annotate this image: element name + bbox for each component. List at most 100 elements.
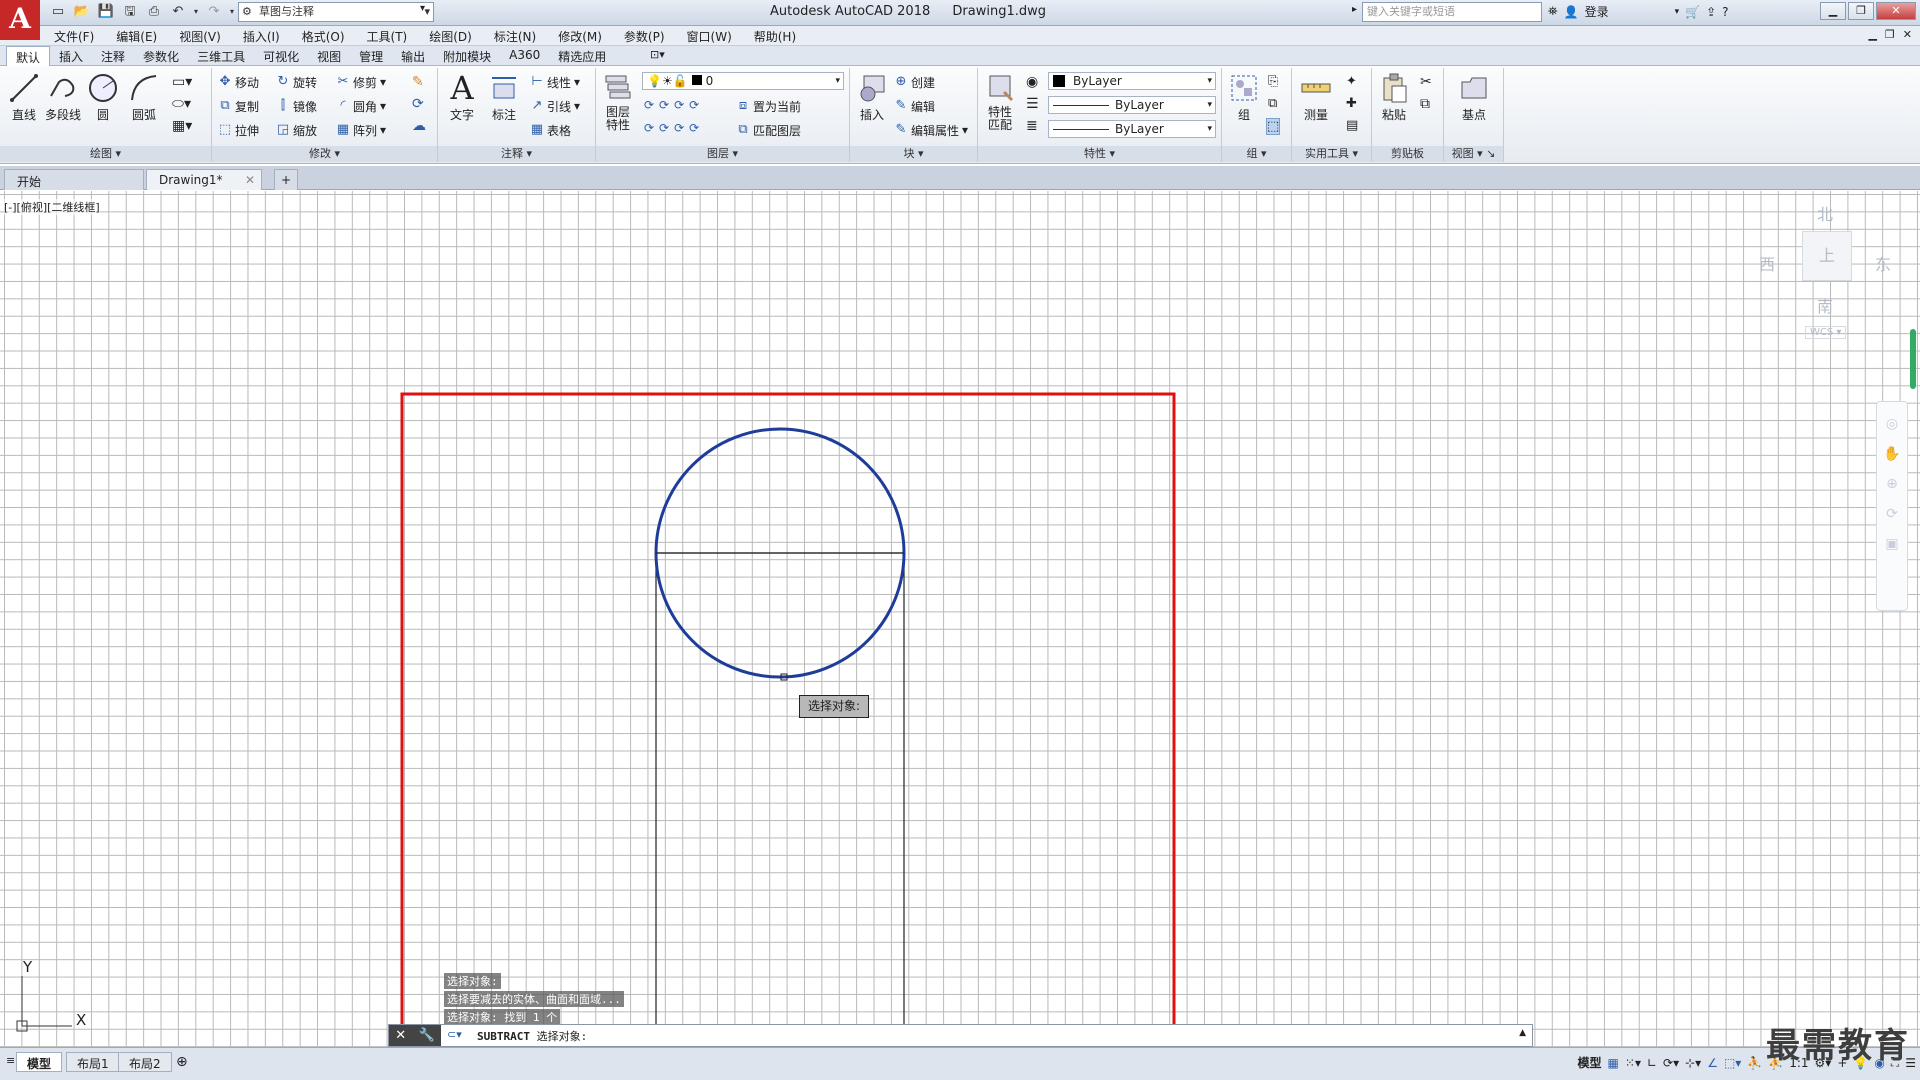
lineweight-icon[interactable]: ≣ (1026, 118, 1038, 134)
menu-item[interactable]: 窗口(W) (687, 28, 732, 45)
group-edit-icon[interactable]: ⧉ (1268, 96, 1277, 111)
viewcube[interactable]: 北 西 东 上 南 WCS ▾ (1755, 191, 1891, 371)
doc-minimize-icon[interactable]: ▁ (1868, 28, 1876, 41)
linetype-dropdown[interactable]: ByLayer ▾ (1048, 96, 1216, 114)
ortho-icon[interactable]: ∟ (1647, 1056, 1657, 1070)
osnap-icon[interactable]: ⊹▾ (1685, 1056, 1701, 1070)
workspace-more-icon[interactable]: ▾ (420, 3, 425, 14)
scale-button[interactable]: ◲ 缩放 (276, 120, 317, 140)
group-select-icon[interactable]: ⬚ (1266, 118, 1281, 135)
paste-button[interactable]: 粘贴 (1374, 72, 1414, 123)
menu-item[interactable]: 编辑(E) (116, 28, 157, 45)
showmotion-icon[interactable]: ▣ (1877, 536, 1907, 552)
wrench-icon[interactable]: 🔧 (419, 1028, 435, 1043)
color-wheel-icon[interactable]: ◉ (1026, 74, 1038, 90)
arc-button[interactable]: 圆弧 (124, 72, 164, 123)
tab-drawing1[interactable]: Drawing1* ✕ (146, 169, 262, 190)
menu-item[interactable]: 工具(T) (367, 28, 408, 45)
menu-item[interactable]: 帮助(H) (754, 28, 796, 45)
ungroup-icon[interactable]: ⎘ (1268, 74, 1278, 89)
minimize-icon[interactable]: ▁ (1820, 2, 1846, 20)
viewcube-west[interactable]: 西 (1759, 251, 1775, 275)
linetype-icon[interactable]: ☰ (1026, 96, 1039, 112)
steering-wheel-icon[interactable]: ◎ (1877, 416, 1907, 432)
command-history-toggle-icon[interactable]: ▲ (1519, 1028, 1526, 1038)
search-input[interactable]: 键入关键字或短语 (1362, 2, 1542, 22)
panel-layers-title[interactable]: 图层 ▾ (596, 146, 849, 162)
ucs-dynamic-icon[interactable]: ⬚▾ (1724, 1056, 1741, 1070)
ribbon-tab[interactable]: 三维工具 (188, 46, 254, 66)
login-button[interactable]: 登录 (1585, 3, 1609, 20)
tab-model[interactable]: 模型 (16, 1052, 63, 1072)
layout-menu-icon[interactable]: ≡ (6, 1054, 15, 1067)
doc-close-icon[interactable]: ✕ (1903, 28, 1912, 41)
offset-icon[interactable]: ⟳ (412, 96, 424, 112)
rectangle-icon[interactable]: ▭▾ (172, 74, 192, 90)
ribbon-tab[interactable]: 视图 (308, 46, 350, 66)
menu-item[interactable]: 视图(V) (179, 28, 221, 45)
create-block-button[interactable]: ⊕ 创建 (894, 72, 935, 92)
workspace-selector[interactable]: ⚙ 草图与注释 ▾ (238, 2, 434, 22)
move-button[interactable]: ✥ 移动 (218, 72, 259, 92)
tab-layout1[interactable]: 布局1 (66, 1052, 120, 1072)
user-icon[interactable]: 👤 (1564, 5, 1579, 19)
viewcube-east[interactable]: 东 (1875, 251, 1891, 275)
restore-icon[interactable]: ❐ (1848, 2, 1874, 20)
table-button[interactable]: ▦ 表格 (530, 120, 571, 140)
stretch-button[interactable]: ⬚ 拉伸 (218, 120, 259, 140)
print-icon[interactable]: ⎙ (144, 3, 164, 21)
ribbon-tab[interactable]: 默认 (6, 46, 51, 66)
close-tab-icon[interactable]: ✕ (245, 173, 255, 187)
command-line[interactable]: ✕ 🔧 ⊂▾ SUBTRACT 选择对象: ▲ (388, 1024, 1533, 1047)
grid-icon[interactable]: ▦ (1608, 1056, 1619, 1070)
command-line-grip[interactable]: ✕ 🔧 (389, 1025, 441, 1046)
array-button[interactable]: ▦ 阵列 ▾ (336, 120, 386, 140)
cart-icon[interactable]: 🛒 (1685, 5, 1700, 19)
ribbon-tab[interactable]: 插入 (50, 46, 92, 66)
viewcube-south[interactable]: 南 (1817, 293, 1833, 317)
menu-item[interactable]: 插入(I) (243, 28, 280, 45)
dimension-button[interactable]: 标注 (484, 72, 524, 123)
save-as-icon[interactable]: 🖫 (120, 3, 140, 21)
command-prompt[interactable]: SUBTRACT 选择对象: (477, 1028, 587, 1044)
save-icon[interactable]: 💾 (96, 3, 116, 21)
polar-icon[interactable]: ⟳▾ (1663, 1056, 1679, 1070)
new-tab-button[interactable]: + (274, 169, 298, 190)
drawn-rectangle[interactable] (655, 552, 905, 1047)
insert-block-button[interactable]: 插入 (852, 72, 892, 123)
hatch-icon[interactable]: ▦▾ (172, 118, 192, 134)
edit-block-button[interactable]: ✎ 编辑 (894, 96, 935, 116)
vertical-scrollbar[interactable] (1910, 329, 1916, 389)
share-icon[interactable]: ⇪ (1706, 5, 1716, 19)
navigation-bar[interactable]: ◎ ✋ ⊕ ⟳ ▣ (1876, 401, 1908, 611)
ellipse-icon[interactable]: ⬭▾ (172, 96, 191, 112)
layer-tools-2-icon[interactable]: ⟳⟳⟳⟳ (644, 121, 704, 135)
quick-select-icon[interactable]: ✦ (1346, 74, 1357, 89)
panel-groups-title[interactable]: 组 ▾ (1222, 146, 1291, 162)
drawing-canvas[interactable]: [-][俯视][二维线框] Y X 北 西 东 上 南 WCS ▾ ◎ ✋ ⊕ … (0, 191, 1920, 1047)
panel-view-title[interactable]: 视图 ▾ ↘ (1444, 146, 1503, 162)
panel-properties-title[interactable]: 特性 ▾ (978, 146, 1221, 162)
edit-attributes-button[interactable]: ✎ 编辑属性 ▾ (894, 120, 969, 140)
cut-icon[interactable]: ✂ (1420, 74, 1432, 90)
polyline-button[interactable]: 多段线 (43, 72, 83, 123)
new-file-icon[interactable]: ▭ (48, 3, 68, 21)
pan-icon[interactable]: ✋ (1877, 446, 1907, 462)
circle-button[interactable]: 圆 (83, 72, 123, 123)
ribbon-minimize-icon[interactable]: ⊡▾ (650, 48, 665, 61)
annotation-visibility-icon[interactable]: ⛹ (1747, 1056, 1762, 1070)
layer-tools-icon[interactable]: ⟳⟳⟳⟳ (644, 98, 704, 112)
model-space-button[interactable]: 模型 (1578, 1054, 1602, 1071)
menu-item[interactable]: 参数(P) (624, 28, 665, 45)
help-icon[interactable]: ? (1722, 5, 1728, 19)
chevron-down-icon[interactable]: ▾ (1675, 7, 1680, 17)
menu-item[interactable]: 绘图(D) (429, 28, 472, 45)
viewcube-north[interactable]: 北 (1817, 201, 1833, 225)
undo-icon[interactable]: ↶ (168, 3, 188, 21)
ribbon-tab[interactable]: 参数化 (134, 46, 188, 66)
rotate-button[interactable]: ↻ 旋转 (276, 72, 317, 92)
match-properties-button[interactable]: 特性 匹配 (980, 72, 1020, 132)
ribbon-tab[interactable]: 精选应用 (549, 46, 615, 66)
doc-restore-icon[interactable]: ❐ (1885, 28, 1895, 41)
match-layer-button[interactable]: ⧉ 匹配图层 (736, 120, 801, 140)
